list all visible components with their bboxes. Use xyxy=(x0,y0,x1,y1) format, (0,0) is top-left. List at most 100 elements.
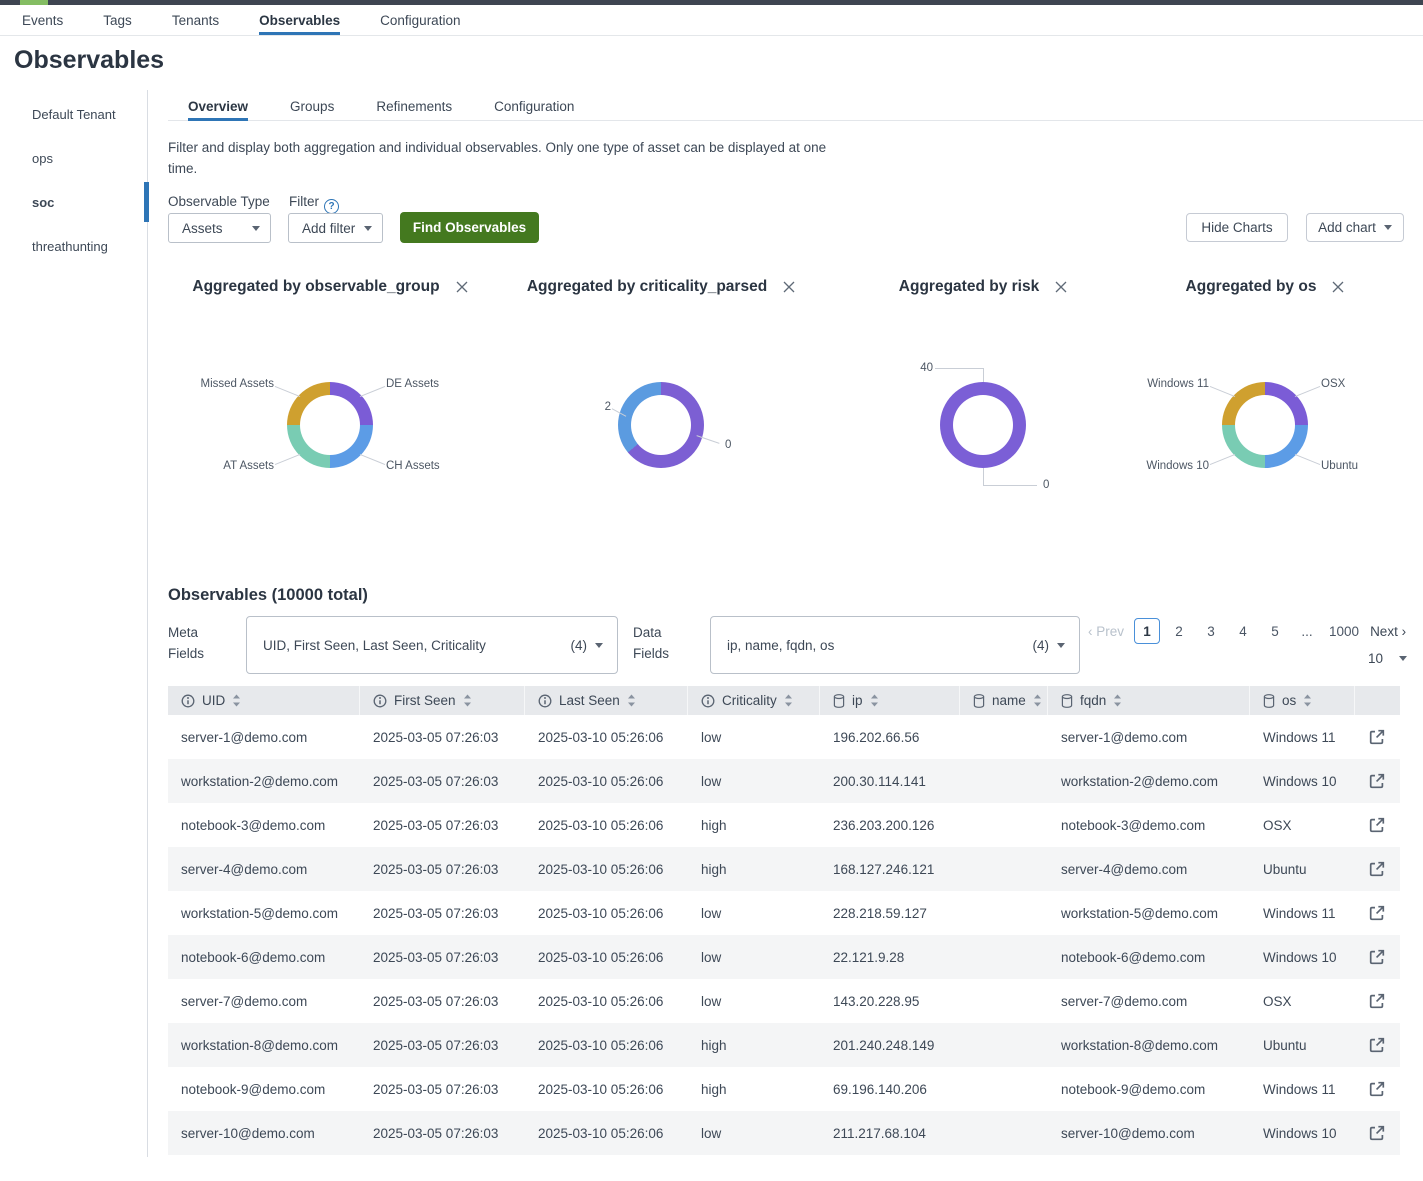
sort-icon[interactable] xyxy=(1113,694,1122,707)
sidebar-item-default-tenant[interactable]: Default Tenant xyxy=(0,92,147,136)
open-observable-button[interactable] xyxy=(1355,1067,1400,1111)
pagination-page-1000[interactable]: 1000 xyxy=(1326,618,1362,644)
add-chart-dropdown[interactable]: Add chart xyxy=(1306,213,1404,242)
sidebar-item-threathunting[interactable]: threathunting xyxy=(0,224,147,268)
cell-last_seen: 2025-03-10 05:26:06 xyxy=(525,1067,688,1111)
cell-os: Ubuntu xyxy=(1250,847,1355,891)
leader-line xyxy=(1210,454,1235,465)
chart-card-os: Aggregated by os Windows 11 OSX Windows … xyxy=(1120,272,1410,552)
close-icon[interactable] xyxy=(456,281,468,293)
open-observable-button[interactable] xyxy=(1355,803,1400,847)
nav-item-configuration[interactable]: Configuration xyxy=(380,5,460,35)
sort-icon[interactable] xyxy=(784,694,793,707)
open-observable-button[interactable] xyxy=(1355,715,1400,759)
column-header-name[interactable]: name xyxy=(960,686,1048,715)
donut-chart-risk[interactable] xyxy=(940,382,1026,468)
pagination-ellipsis: ... xyxy=(1294,618,1320,644)
leader-line xyxy=(1295,454,1320,465)
open-observable-button[interactable] xyxy=(1355,1023,1400,1067)
cell-uid: workstation-8@demo.com xyxy=(168,1023,360,1067)
column-header-os[interactable]: os xyxy=(1250,686,1355,715)
cell-ip: 143.20.228.95 xyxy=(820,979,960,1023)
nav-item-tenants[interactable]: Tenants xyxy=(172,5,219,35)
donut-chart-criticality-parsed[interactable] xyxy=(618,382,704,468)
pagination-next[interactable]: Next › xyxy=(1370,624,1406,639)
chart-card-observable-group: Aggregated by observable_group Missed As… xyxy=(160,272,500,552)
find-observables-button[interactable]: Find Observables xyxy=(400,212,539,243)
pagination-prev[interactable]: ‹ Prev xyxy=(1088,624,1124,639)
column-header-fqdn[interactable]: fqdn xyxy=(1048,686,1250,715)
nav-item-tags[interactable]: Tags xyxy=(103,5,132,35)
close-icon[interactable] xyxy=(783,281,795,293)
cell-last_seen: 2025-03-10 05:26:06 xyxy=(525,847,688,891)
chevron-down-icon xyxy=(1057,643,1065,648)
data-fields-select[interactable]: ip, name, fqdn, os (4) xyxy=(710,616,1080,674)
pagination-page-1[interactable]: 1 xyxy=(1134,618,1160,644)
open-observable-button[interactable] xyxy=(1355,891,1400,935)
column-label: name xyxy=(992,693,1026,708)
tab-groups[interactable]: Groups xyxy=(290,93,334,120)
page-size-select[interactable]: 10 xyxy=(1368,651,1407,666)
hide-charts-button[interactable]: Hide Charts xyxy=(1186,213,1288,242)
cell-name xyxy=(960,715,1048,759)
chart-title: Aggregated by os xyxy=(1186,278,1317,296)
column-label: fqdn xyxy=(1080,693,1106,708)
sort-icon[interactable] xyxy=(870,694,879,707)
column-header-uid[interactable]: UID xyxy=(168,686,360,715)
add-filter-dropdown[interactable]: Add filter xyxy=(288,213,383,243)
cell-ip: 236.203.200.126 xyxy=(820,803,960,847)
open-observable-button[interactable] xyxy=(1355,935,1400,979)
pagination-page-2[interactable]: 2 xyxy=(1166,618,1192,644)
meta-fields-select[interactable]: UID, First Seen, Last Seen, Criticality … xyxy=(246,616,618,674)
close-icon[interactable] xyxy=(1055,281,1067,293)
observable-type-select[interactable]: Assets xyxy=(168,213,271,243)
cell-ip: 22.121.9.28 xyxy=(820,935,960,979)
close-icon[interactable] xyxy=(1332,281,1344,293)
pagination-page-5[interactable]: 5 xyxy=(1262,618,1288,644)
leader-line xyxy=(1210,386,1235,397)
column-header-criticality[interactable]: Criticality xyxy=(688,686,820,715)
tab-configuration[interactable]: Configuration xyxy=(494,93,574,120)
info-icon xyxy=(181,694,195,708)
column-header-ip[interactable]: ip xyxy=(820,686,960,715)
external-link-icon xyxy=(1368,816,1386,834)
pagination-page-3[interactable]: 3 xyxy=(1198,618,1224,644)
sort-icon[interactable] xyxy=(232,694,241,707)
cell-uid: notebook-9@demo.com xyxy=(168,1067,360,1111)
help-icon[interactable]: ? xyxy=(324,199,339,214)
observables-page: Events Tags Tenants Observables Configur… xyxy=(0,0,1423,1181)
open-observable-button[interactable] xyxy=(1355,847,1400,891)
nav-item-events[interactable]: Events xyxy=(22,5,63,35)
table-row: notebook-9@demo.com2025-03-05 07:26:0320… xyxy=(168,1067,1400,1111)
column-header-last_seen[interactable]: Last Seen xyxy=(525,686,688,715)
sidebar-item-soc[interactable]: soc xyxy=(0,180,147,224)
column-label: ip xyxy=(852,693,863,708)
tab-overview[interactable]: Overview xyxy=(188,93,248,120)
table-row: notebook-6@demo.com2025-03-05 07:26:0320… xyxy=(168,935,1400,979)
sort-icon[interactable] xyxy=(627,694,636,707)
cell-first_seen: 2025-03-05 07:26:03 xyxy=(360,1067,525,1111)
open-observable-button[interactable] xyxy=(1355,759,1400,803)
cell-uid: server-1@demo.com xyxy=(168,715,360,759)
open-observable-button[interactable] xyxy=(1355,1111,1400,1155)
sort-icon[interactable] xyxy=(463,694,472,707)
cell-last_seen: 2025-03-10 05:26:06 xyxy=(525,979,688,1023)
open-observable-button[interactable] xyxy=(1355,979,1400,1023)
cell-ip: 196.202.66.56 xyxy=(820,715,960,759)
cell-fqdn: notebook-6@demo.com xyxy=(1048,935,1250,979)
chart-title: Aggregated by observable_group xyxy=(192,278,439,296)
cell-first_seen: 2025-03-05 07:26:03 xyxy=(360,759,525,803)
sort-icon[interactable] xyxy=(1033,694,1042,707)
pagination: ‹ Prev 12345...1000 Next › xyxy=(1088,618,1406,644)
sort-icon[interactable] xyxy=(1303,694,1312,707)
cell-criticality: low xyxy=(688,979,820,1023)
tab-refinements[interactable]: Refinements xyxy=(376,93,452,120)
chart-title: Aggregated by criticality_parsed xyxy=(527,278,767,296)
column-header-first_seen[interactable]: First Seen xyxy=(360,686,525,715)
cell-name xyxy=(960,759,1048,803)
external-link-icon xyxy=(1368,860,1386,878)
sidebar-item-ops[interactable]: ops xyxy=(0,136,147,180)
pagination-page-4[interactable]: 4 xyxy=(1230,618,1256,644)
nav-item-observables[interactable]: Observables xyxy=(259,5,340,35)
chevron-down-icon xyxy=(252,226,260,231)
